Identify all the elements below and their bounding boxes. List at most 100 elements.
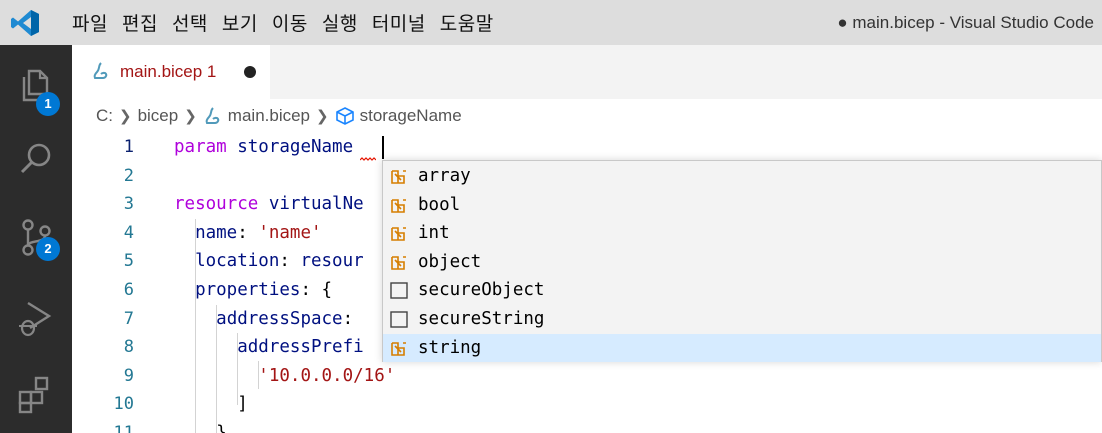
suggestion-item[interactable]: secureString (383, 305, 1101, 334)
activity-explorer[interactable]: 1 (0, 53, 72, 116)
activity-source-control[interactable]: 2 (0, 205, 72, 265)
code-token: : (279, 251, 301, 272)
menu-edit[interactable]: 편집 (122, 9, 158, 36)
code-line[interactable]: properties: { (174, 276, 332, 305)
line-number: 3 (123, 194, 134, 215)
snippet-icon (390, 311, 408, 328)
type-icon (391, 341, 406, 356)
breadcrumb-root[interactable]: C: (96, 106, 113, 126)
type-icon (391, 227, 406, 241)
activity-run-debug[interactable] (0, 285, 72, 345)
code-token: addressPrefi (237, 337, 364, 358)
chevron-right-icon: ❯ (316, 108, 329, 125)
extensions-icon (18, 376, 49, 414)
menu-file[interactable]: 파일 (72, 9, 108, 36)
tab-main-bicep[interactable]: main.bicep 1 (72, 45, 270, 99)
code-token: location (195, 251, 280, 272)
activity-extensions[interactable] (0, 363, 72, 423)
code-token: resour (300, 251, 364, 272)
suggestion-item[interactable]: int (383, 219, 1101, 248)
code-token: } (174, 423, 227, 433)
tab-label: main.bicep 1 (120, 62, 217, 81)
code-token: 'name' (258, 222, 322, 243)
menu-go[interactable]: 이동 (272, 9, 308, 36)
symbol-parameter-icon (335, 107, 354, 125)
line-number: 6 (123, 280, 134, 300)
search-icon (20, 143, 51, 174)
suggestion-item[interactable]: object (383, 248, 1101, 277)
code-line[interactable]: addressSpace: (174, 305, 353, 334)
code-line[interactable]: '10.0.0.0/16' (174, 362, 395, 391)
suggestion-item[interactable]: array (383, 162, 1101, 191)
code-token: : (237, 222, 259, 243)
breadcrumb: C: ❯ bicep ❯ main.bicep ❯ storageName (72, 99, 1102, 133)
title-bar: 파일 편집 선택 보기 이동 실행 터미널 도움말 ● main.bicep -… (0, 0, 1102, 45)
menu-terminal[interactable]: 터미널 (372, 9, 426, 36)
suggestion-item[interactable]: secureObject (383, 276, 1101, 305)
line-number: 7 (123, 308, 134, 329)
activity-search[interactable] (0, 127, 72, 187)
suggestion-widget[interactable]: array bool int object secureObject secureStri… (382, 160, 1102, 363)
menu-selection[interactable]: 선택 (172, 9, 208, 36)
breadcrumb-symbol[interactable]: storageName (360, 106, 462, 126)
suggestion-label: array (418, 166, 471, 186)
activity-bar: 1 2 (0, 45, 72, 433)
snippet-icon (390, 282, 408, 300)
breadcrumb-file[interactable]: main.bicep (228, 106, 310, 126)
code-token: param (174, 137, 227, 157)
menu-run[interactable]: 실행 (322, 9, 358, 36)
line-number: 10 (113, 394, 134, 415)
tab-bar: main.bicep 1 (72, 45, 1102, 99)
code-token: storageName (237, 137, 354, 157)
code-token: '10.0.0.0/16' (258, 365, 396, 386)
code-token: ] (174, 394, 248, 415)
code-token: : (342, 308, 354, 329)
code-line[interactable]: ] (174, 390, 248, 419)
text-cursor (382, 136, 384, 159)
chevron-right-icon: ❯ (184, 108, 197, 125)
menu-help[interactable]: 도움말 (440, 9, 494, 36)
code-line[interactable]: resource virtualNe (174, 190, 364, 219)
code-line[interactable]: addressPrefi (174, 333, 364, 362)
line-number: 4 (123, 222, 134, 243)
suggestion-item[interactable]: string (383, 333, 1101, 363)
type-icon (391, 255, 406, 270)
run-debug-icon (19, 301, 52, 337)
line-number: 11 (113, 423, 134, 433)
suggestion-item[interactable]: bool (383, 191, 1101, 220)
code-token: addressSpace (216, 308, 343, 329)
suggestion-label: object (418, 251, 482, 272)
suggestion-label: string (418, 337, 482, 358)
line-number: 5 (123, 251, 134, 272)
bicep-file-icon (93, 62, 108, 79)
suggestion-label: bool (418, 194, 461, 215)
code-token: : { (300, 280, 333, 300)
chevron-right-icon: ❯ (119, 108, 132, 125)
line-number: 9 (123, 365, 134, 386)
line-number-gutter: 1 2 3 4 5 6 7 8 9 10 11 (72, 133, 152, 433)
suggestion-label: int (418, 223, 450, 244)
code-token: properties (195, 280, 301, 300)
bicep-file-icon (205, 107, 220, 124)
vscode-logo-icon (11, 10, 39, 36)
code-line[interactable]: param storageName (174, 133, 364, 162)
window-title: ● main.bicep - Visual Studio Code (837, 13, 1094, 32)
type-icon (391, 170, 406, 184)
breadcrumb-folder[interactable]: bicep (138, 106, 179, 126)
code-line[interactable]: name: 'name' (174, 219, 322, 248)
type-icon (391, 198, 406, 213)
code-token: virtualNe (268, 194, 364, 215)
menu-view[interactable]: 보기 (222, 9, 258, 36)
unsaved-dot-icon[interactable] (244, 66, 256, 78)
code-line[interactable]: } (174, 419, 227, 433)
code-line[interactable]: location: resour (174, 247, 364, 276)
